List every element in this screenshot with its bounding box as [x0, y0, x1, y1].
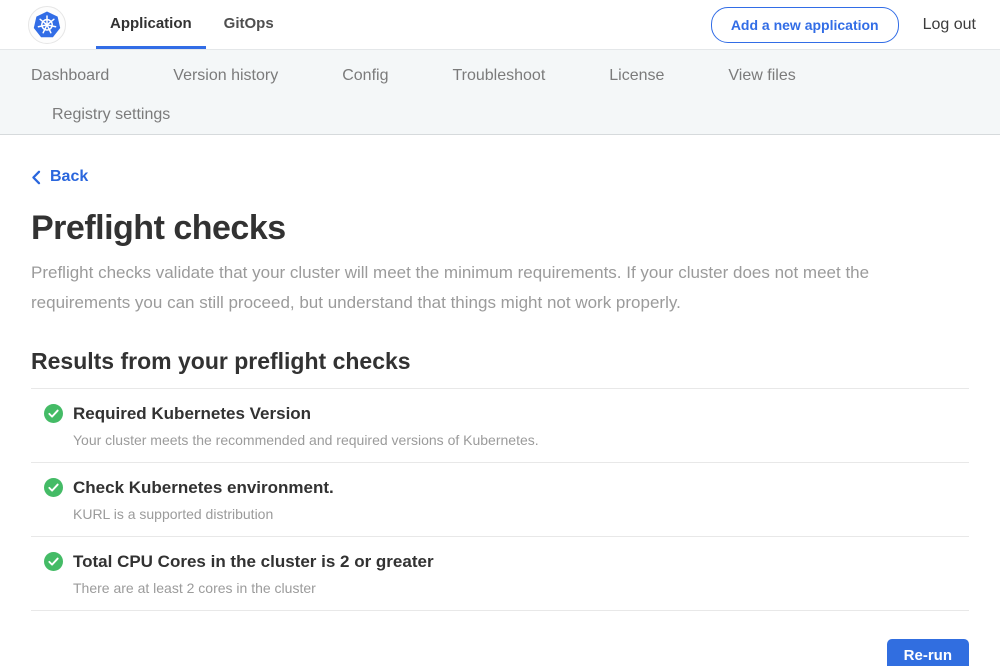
logout-link[interactable]: Log out — [923, 16, 976, 34]
page-title: Preflight checks — [31, 209, 969, 248]
app-subnav: Dashboard Version history Config Trouble… — [0, 50, 1000, 135]
check-circle-icon — [44, 478, 63, 497]
main-tabs: Application GitOps — [96, 0, 292, 49]
kubernetes-logo-icon — [28, 6, 66, 44]
subnav-item-registry-settings[interactable]: Registry settings — [52, 106, 170, 124]
tab-gitops[interactable]: GitOps — [210, 0, 288, 49]
check-description: There are at least 2 cores in the cluste… — [73, 580, 969, 596]
check-title: Total CPU Cores in the cluster is 2 or g… — [73, 552, 434, 572]
page-description: Preflight checks validate that your clus… — [31, 258, 969, 318]
top-navbar: Application GitOps Add a new application… — [0, 0, 1000, 50]
subnav-item-view-files[interactable]: View files — [728, 67, 795, 85]
check-circle-icon — [44, 552, 63, 571]
check-circle-icon — [44, 404, 63, 423]
back-label: Back — [50, 168, 88, 186]
footer-actions: Re-run — [31, 639, 969, 666]
subnav-row-2: Registry settings — [0, 95, 1000, 134]
check-title: Check Kubernetes environment. — [73, 478, 334, 498]
header-actions: Add a new application Log out — [711, 0, 976, 49]
subnav-item-troubleshoot[interactable]: Troubleshoot — [452, 67, 545, 85]
back-link[interactable]: Back — [31, 168, 88, 186]
add-application-button[interactable]: Add a new application — [711, 7, 899, 43]
check-title: Required Kubernetes Version — [73, 404, 311, 424]
subnav-item-license[interactable]: License — [609, 67, 664, 85]
check-description: KURL is a supported distribution — [73, 506, 969, 522]
subnav-item-dashboard[interactable]: Dashboard — [31, 67, 109, 85]
rerun-button[interactable]: Re-run — [887, 639, 969, 666]
check-description: Your cluster meets the recommended and r… — [73, 432, 969, 448]
preflight-check-row: Required Kubernetes Version Your cluster… — [31, 389, 969, 463]
subnav-item-config[interactable]: Config — [342, 67, 388, 85]
results-heading: Results from your preflight checks — [31, 348, 969, 375]
tab-application[interactable]: Application — [96, 0, 206, 49]
preflight-check-row: Total CPU Cores in the cluster is 2 or g… — [31, 537, 969, 611]
chevron-left-icon — [31, 170, 41, 185]
preflight-check-row: Check Kubernetes environment. KURL is a … — [31, 463, 969, 537]
preflight-results-list: Required Kubernetes Version Your cluster… — [31, 388, 969, 611]
subnav-item-version-history[interactable]: Version history — [173, 67, 278, 85]
subnav-row-1: Dashboard Version history Config Trouble… — [0, 56, 1000, 95]
kubernetes-logo — [28, 0, 66, 49]
preflight-page: Back Preflight checks Preflight checks v… — [31, 135, 969, 666]
